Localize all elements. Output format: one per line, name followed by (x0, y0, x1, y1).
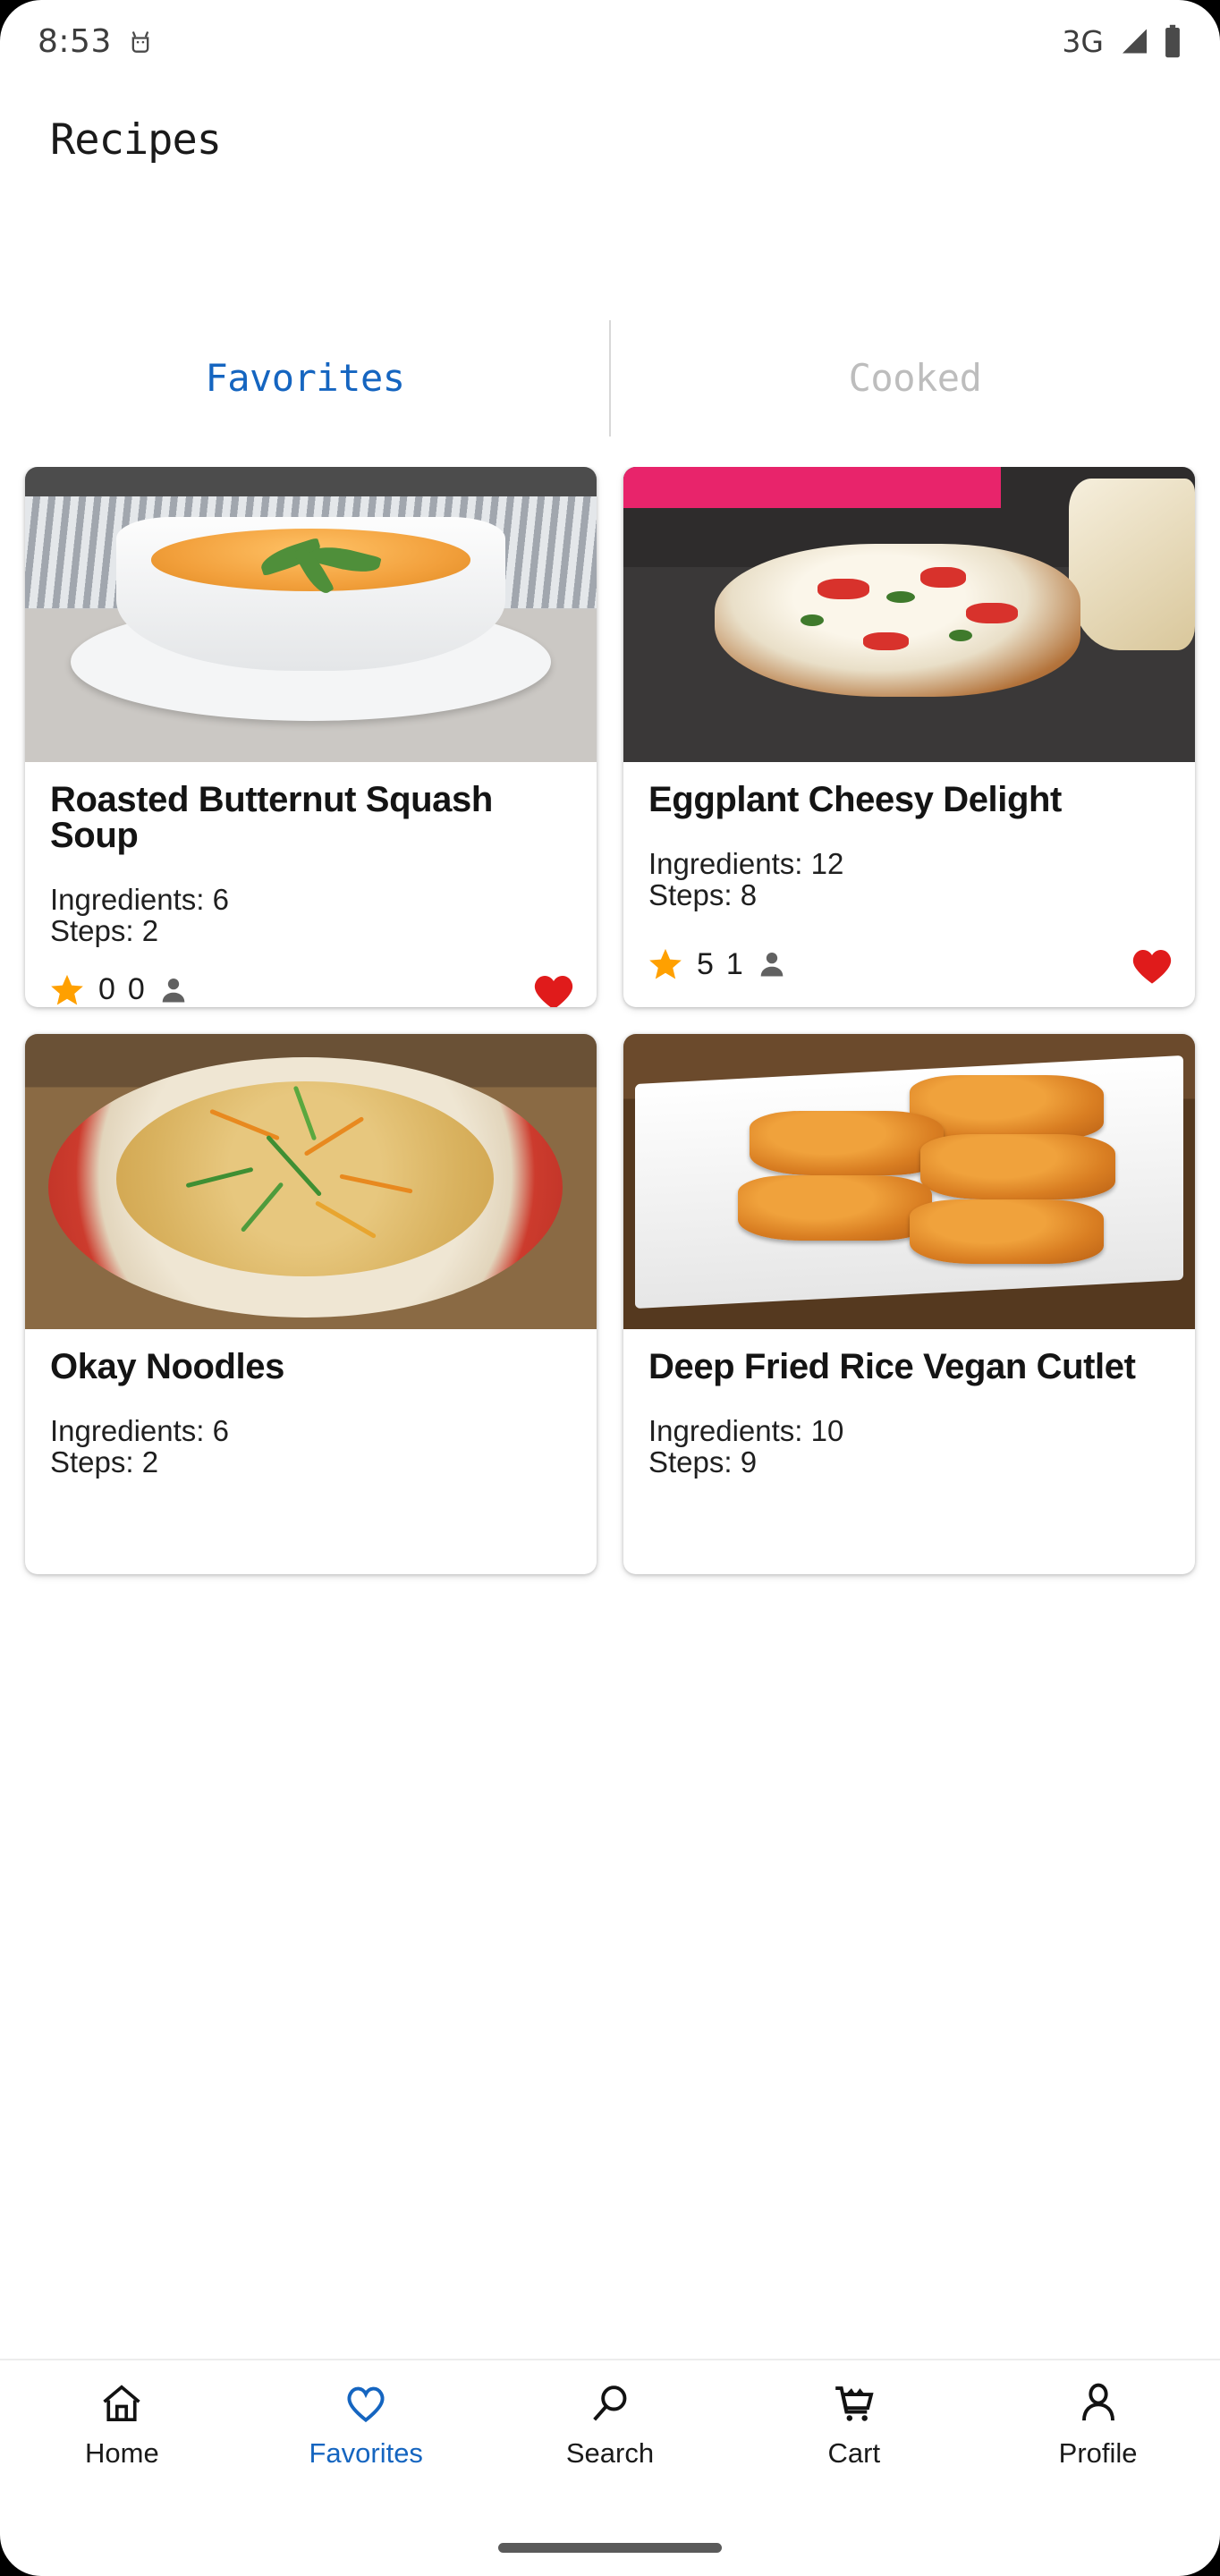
status-time: 8:53 (38, 22, 112, 60)
tab-favorites[interactable]: Favorites (0, 315, 610, 440)
favorite-heart-button[interactable] (530, 969, 577, 1007)
person-icon (162, 978, 185, 1003)
recipe-card-body: Roasted Butternut Squash Soup Ingredient… (25, 762, 597, 947)
recipe-rater-count: 1 (725, 946, 743, 981)
status-bar-left: 8:53 (38, 23, 153, 60)
nav-label-cart: Cart (827, 2437, 881, 2469)
recipe-card[interactable]: Deep Fried Rice Vegan Cutlet Ingredients… (623, 1034, 1195, 1574)
recipe-steps: Steps: 2 (50, 914, 159, 948)
nav-label-profile: Profile (1058, 2437, 1138, 2469)
recipe-card-footer: 0 0 (25, 947, 597, 1007)
recipe-card-footer (25, 1488, 597, 1574)
nav-label-favorites: Favorites (309, 2437, 423, 2469)
recipe-title: Roasted Butternut Squash Soup (50, 780, 493, 855)
cart-icon (835, 2386, 874, 2421)
app-screen: 8:53 3G Recipes Favorites Cooked Roasted… (0, 0, 1220, 2576)
recipe-title: Eggplant Cheesy Delight (648, 780, 1062, 819)
favorite-heart-button[interactable] (1129, 943, 1175, 986)
recipe-photo-eggplant-cheesy-delight (623, 467, 1195, 762)
recipe-grid: Roasted Butternut Squash Soup Ingredient… (0, 467, 1220, 2359)
recipe-photo-okay-noodles (25, 1034, 597, 1329)
recipe-ingredients: Ingredients: 12 (648, 847, 844, 880)
nav-item-profile[interactable]: Profile (976, 2380, 1220, 2470)
recipe-card-body: Okay Noodles Ingredients: 6 Steps: 2 (25, 1329, 597, 1488)
nav-item-favorites[interactable]: Favorites (244, 2380, 488, 2470)
recipe-card-body: Eggplant Cheesy Delight Ingredients: 12 … (623, 762, 1195, 921)
signal-icon (1123, 29, 1147, 54)
nav-item-search[interactable]: Search (488, 2380, 733, 2470)
home-icon (103, 2385, 141, 2422)
recipe-rating: 5 (697, 946, 714, 981)
tab-divider (609, 320, 611, 436)
nav-item-cart[interactable]: Cart (732, 2380, 976, 2470)
recipe-photo-butternut-squash-soup (25, 467, 597, 762)
recipe-stats: 5 1 (647, 945, 788, 983)
recipe-title: Deep Fried Rice Vegan Cutlet (648, 1347, 1136, 1386)
recipe-stats: 0 0 (48, 971, 190, 1007)
battery-icon (1165, 24, 1180, 58)
recipe-rating: 0 (98, 972, 115, 1007)
app-bar: Recipes (0, 82, 1220, 197)
search-icon (593, 2385, 627, 2421)
recipe-rater-count: 0 (127, 972, 145, 1007)
recipe-card[interactable]: Okay Noodles Ingredients: 6 Steps: 2 (25, 1034, 597, 1574)
recipe-card-body: Deep Fried Rice Vegan Cutlet Ingredients… (623, 1329, 1195, 1488)
recipe-ingredients: Ingredients: 6 (50, 883, 229, 916)
nav-label-search: Search (565, 2437, 655, 2469)
recipe-card-footer: 5 1 (623, 921, 1195, 1007)
profile-icon (1081, 2383, 1114, 2421)
recipe-ingredients: Ingredients: 6 (50, 1414, 229, 1447)
heart-outline-icon (347, 2386, 385, 2423)
status-bar-right: 3G (1062, 24, 1182, 59)
star-icon (649, 948, 682, 979)
network-type-label: 3G (1062, 23, 1104, 59)
recipe-photo-deep-fried-rice-vegan-cutlet (623, 1034, 1195, 1329)
person-icon (760, 952, 784, 977)
recipe-card[interactable]: Eggplant Cheesy Delight Ingredients: 12 … (623, 467, 1195, 1007)
star-icon (51, 974, 83, 1005)
page-title: Recipes (50, 114, 222, 165)
recipe-title: Okay Noodles (50, 1347, 284, 1386)
nav-label-home: Home (85, 2437, 159, 2469)
recipe-card[interactable]: Roasted Butternut Squash Soup Ingredient… (25, 467, 597, 1007)
gesture-home-indicator[interactable] (498, 2543, 722, 2553)
tab-cooked[interactable]: Cooked (610, 315, 1220, 440)
recipe-steps: Steps: 8 (648, 878, 758, 912)
recipe-steps: Steps: 9 (648, 1445, 758, 1479)
adb-icon (131, 31, 149, 53)
nav-item-home[interactable]: Home (0, 2380, 244, 2470)
status-bar: 8:53 3G (0, 0, 1220, 82)
recipe-steps: Steps: 2 (50, 1445, 159, 1479)
recipe-card-footer (623, 1488, 1195, 1574)
bottom-navigation-bar: Home Favorites Search Cart Profile (0, 2359, 1220, 2503)
recipe-ingredients: Ingredients: 10 (648, 1414, 844, 1447)
